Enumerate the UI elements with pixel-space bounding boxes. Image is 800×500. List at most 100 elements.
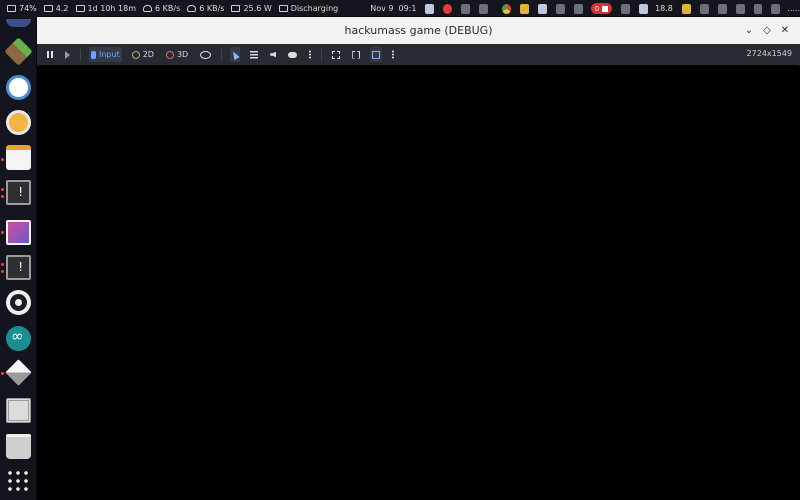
terminal-icon[interactable] [6,180,31,205]
more-options-button[interactable] [307,47,313,62]
battery-indicator[interactable]: 74% [7,4,37,13]
resolution-label: 2724x1549 [746,49,792,58]
game-viewport[interactable] [39,65,798,498]
load-indicator[interactable]: 4.2 [43,4,69,13]
notes-icon[interactable] [6,145,31,170]
mode-3d-button[interactable]: 3D [164,47,190,62]
uptime-value: 1d 10h 18m [87,4,136,13]
terminal-icon[interactable] [6,255,31,280]
input-icon [91,50,96,59]
updater-icon[interactable] [6,110,31,135]
tray-phone-icon[interactable] [573,3,583,14]
tray-yellow-icon[interactable] [520,3,529,14]
tray-download-icon[interactable] [555,3,565,14]
window-controls: ⌄ ◇ ✕ [738,17,792,44]
clock-time: 09:1 [398,4,417,13]
settings-gear-icon[interactable] [6,290,31,315]
tray-coffee-icon[interactable] [681,3,691,14]
bluetooth-icon[interactable] [735,3,745,14]
close-button[interactable]: ✕ [778,25,792,36]
temperature-indicator[interactable]: 18.8 [655,4,673,13]
battery-icon [7,5,16,12]
3d-mode-icon [165,50,174,59]
minecraft-icon[interactable] [4,37,33,66]
load-value: 4.2 [55,4,69,13]
pause-icon [47,51,53,58]
more-options-button-2[interactable] [390,47,396,62]
recording-pill[interactable]: 0 [590,3,613,14]
audio-button[interactable] [268,47,278,62]
game-window: hackumass game (DEBUG) ⌄ ◇ ✕ Input 2D 3D [37,17,800,500]
cube-icon[interactable] [5,359,32,386]
battery-percent: 74% [19,4,37,13]
tray-cup-icon[interactable] [699,3,709,14]
cursor-icon [230,49,240,60]
xcode-icon[interactable] [6,75,31,100]
uptime-indicator[interactable]: 1d 10h 18m [75,4,136,13]
arduino-icon[interactable] [6,326,31,351]
tray-misc-icon[interactable] [479,3,489,14]
tray-display-icon[interactable] [639,3,649,14]
volume-icon[interactable] [753,3,763,14]
cloud-download-icon [143,5,152,12]
battery-state-icon [278,5,288,12]
wifi-icon[interactable] [717,3,727,14]
power-indicator[interactable]: 25.6 W [231,4,272,13]
panel-overflow[interactable]: ..... [787,4,800,13]
application-dock [0,17,37,500]
power-meter-icon [231,5,241,12]
frame-button[interactable] [330,47,342,62]
window-title: hackumass game (DEBUG) [344,24,493,37]
speaker-icon [270,51,277,58]
gamepad-button[interactable] [286,47,299,62]
cpu-icon [43,5,53,12]
mode-2d-label: 2D [142,50,154,59]
next-frame-button[interactable] [63,47,72,62]
trash-icon[interactable] [6,434,31,459]
app-grid-icon[interactable] [6,469,31,494]
select-tool-button[interactable] [230,47,241,62]
power-state-indicator[interactable]: Discharging [278,4,339,13]
tray-flag-icon[interactable] [537,3,547,14]
upload-indicator[interactable]: 6 KB/s [187,4,224,13]
power-state-value: Discharging [290,4,339,13]
mode-3d-label: 3D [176,50,189,59]
minimize-button[interactable]: ⌄ [742,25,756,36]
maximize-button[interactable]: ◇ [760,25,774,36]
eye-icon [200,50,212,59]
fullscreen-icon [372,50,381,59]
chip-icon[interactable] [6,398,31,423]
mode-2d-button[interactable]: 2D [130,47,156,62]
tray-pen-icon[interactable] [621,3,631,14]
top-system-panel: 74% 4.2 1d 10h 18m 6 KB/s 6 KB/s 25.6 W … [0,0,800,17]
2d-mode-icon [131,50,140,59]
expand-button[interactable] [350,47,362,62]
chrome-icon[interactable] [502,3,512,14]
power-menu-icon[interactable] [771,3,781,14]
dock-top-app-icon[interactable] [6,19,31,27]
upload-value: 6 KB/s [199,4,225,13]
power-value: 25.6 W [243,4,272,13]
tray-record-icon[interactable] [443,3,453,14]
pause-button[interactable] [45,47,55,62]
kebab-menu-icon [309,50,312,59]
input-mode-label: Input [99,50,120,59]
visibility-button[interactable] [198,47,213,62]
clock-date: Nov 9 [370,4,394,13]
window-titlebar[interactable]: hackumass game (DEBUG) ⌄ ◇ ✕ [37,17,800,44]
stop-icon [602,5,609,12]
temperature-value: 18.8 [655,4,673,13]
fullscreen-button[interactable] [370,47,383,62]
gamepad-icon [288,51,298,58]
expand-icon [352,50,361,59]
list-select-button[interactable] [248,47,260,62]
clock[interactable]: Nov 9 09:1 [370,4,416,13]
debug-toolbar: Input 2D 3D 2724x1549 [37,44,800,66]
tray-app-icon[interactable] [425,3,435,14]
input-mode-button[interactable]: Input [89,47,122,62]
recording-count: 0 [594,4,600,13]
download-indicator[interactable]: 6 KB/s [143,4,180,13]
monitor-icon [75,5,85,12]
paint-icon[interactable] [6,220,31,245]
tray-notifications-off-icon[interactable] [461,3,471,14]
